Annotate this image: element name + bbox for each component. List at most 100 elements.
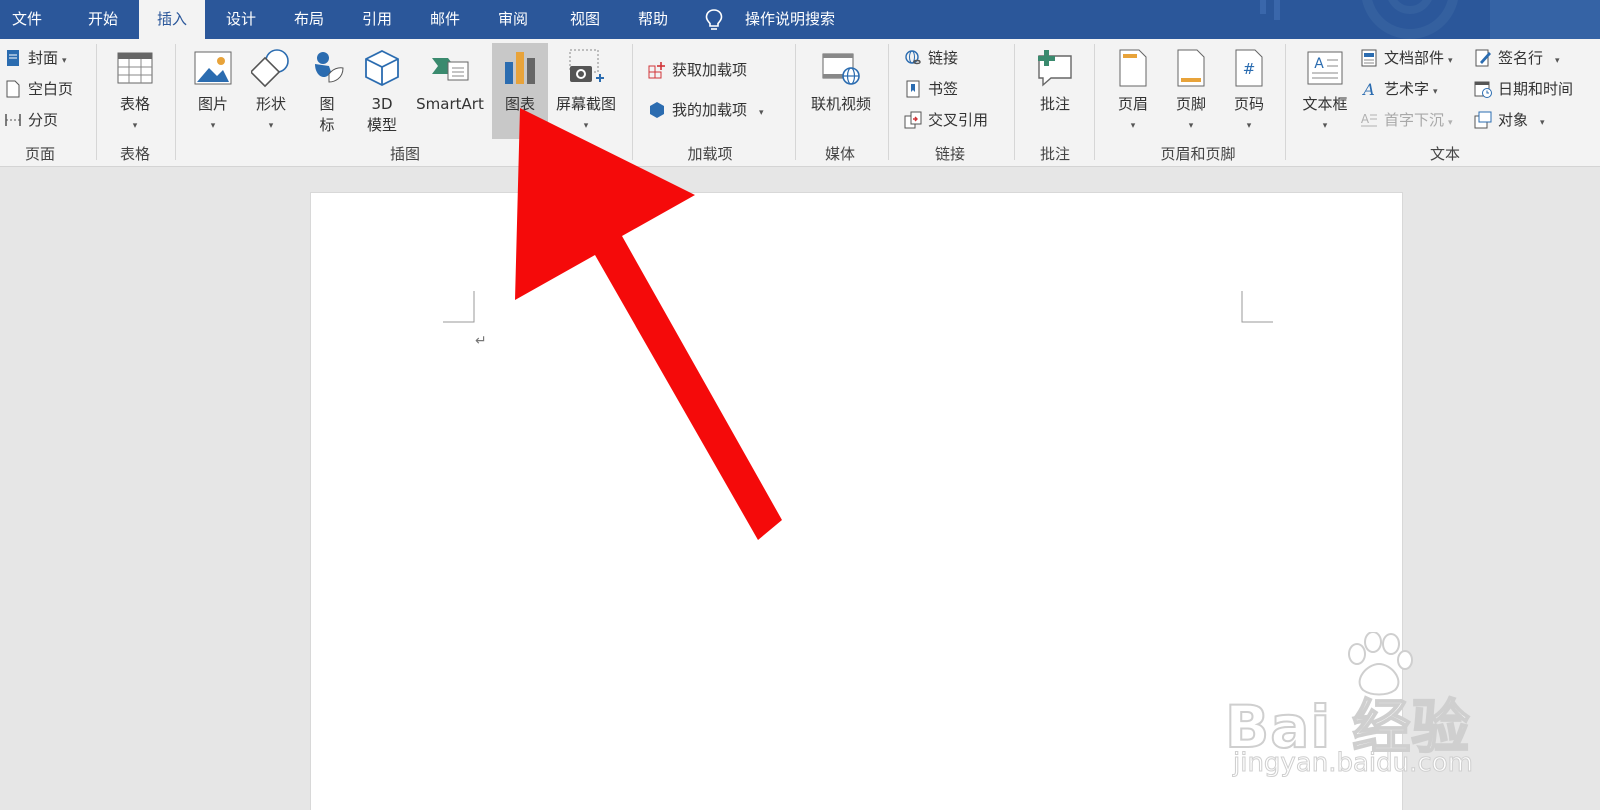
pictures-button[interactable]: 图片 ▾ (186, 43, 240, 139)
quick-parts-label: 文档部件 (1384, 49, 1445, 67)
bookmark-icon (906, 80, 920, 98)
chevron-down-icon: ▾ (210, 121, 216, 131)
paragraph-mark: ↵ (475, 333, 487, 349)
get-addins-label: 获取加载项 (672, 61, 748, 79)
smartart-label: SmartArt (416, 95, 484, 113)
drop-cap-button[interactable]: A 首字下沉 ▾ (1360, 107, 1470, 133)
cross-reference-button[interactable]: 交叉引用 (904, 107, 1014, 133)
quick-parts-button[interactable]: 文档部件 ▾ (1360, 45, 1470, 71)
svg-text:A: A (1361, 80, 1375, 98)
group-label-comments: 批注 (1039, 145, 1070, 163)
page-break-button[interactable]: 分页 (4, 107, 94, 133)
group-label-media: 媒体 (824, 145, 855, 163)
baidu-watermark: Bai 经验 jingyan.baidu.com (1224, 632, 1525, 782)
tab-layout[interactable]: 布局 (278, 0, 340, 39)
date-time-label: 日期和时间 (1498, 80, 1574, 98)
ribbon-tab-bar: 文件 开始 插入 设计 布局 引用 邮件 审阅 视图 帮助 操作说明搜索 (0, 0, 1600, 39)
wordart-button[interactable]: A 艺术字 ▾ (1360, 76, 1470, 102)
signature-line-label: 签名行 (1498, 49, 1544, 67)
blank-page-button[interactable]: 空白页 (4, 76, 94, 102)
store-icon (648, 62, 665, 79)
group-separator (632, 44, 633, 160)
video-icon (822, 53, 860, 85)
addin-cube-icon (650, 102, 664, 118)
textbox-label: 文本框 (1302, 95, 1348, 113)
get-addins-button[interactable]: 获取加载项 (648, 57, 778, 83)
wordart-icon: A (1361, 80, 1375, 98)
3d-models-label-line2: 模型 (366, 116, 397, 134)
comment-label: 批注 (1039, 95, 1070, 113)
icons-button[interactable]: 图标 (302, 43, 352, 139)
icons-icon (315, 52, 344, 83)
object-icon (1474, 111, 1492, 129)
footer-label: 页脚 (1175, 95, 1206, 113)
footer-button[interactable]: 页脚 ▾ (1164, 43, 1218, 139)
link-button[interactable]: 链接 (904, 45, 1004, 71)
group-label-addins: 加载项 (687, 145, 733, 163)
tab-design[interactable]: 设计 (210, 0, 272, 39)
textbox-button[interactable]: A 文本框 ▾ (1296, 43, 1354, 139)
cover-page-button[interactable]: 封面 ▾ (4, 45, 94, 71)
group-label-illustrations: 插图 (389, 145, 420, 163)
comment-button[interactable]: 批注 (1024, 43, 1086, 139)
3d-models-label-line1: 3D (371, 95, 393, 113)
tab-file[interactable]: 文件 (0, 0, 54, 39)
footer-icon (1177, 49, 1205, 87)
header-label: 页眉 (1117, 95, 1148, 113)
smartart-button[interactable]: SmartArt (412, 43, 488, 139)
cross-reference-label: 交叉引用 (928, 111, 989, 129)
cube-icon (365, 49, 399, 87)
group-separator (888, 44, 889, 160)
tab-mailings[interactable]: 邮件 (414, 0, 476, 39)
textbox-icon: A (1307, 51, 1343, 85)
tab-view[interactable]: 视图 (554, 0, 616, 39)
chevron-down-icon: ▾ (1322, 121, 1328, 131)
chart-button[interactable]: 图表 (492, 43, 548, 139)
signature-icon (1475, 49, 1491, 67)
my-addins-label: 我的加载项 (672, 101, 748, 119)
group-label-tables: 表格 (119, 145, 150, 163)
table-button[interactable]: 表格 ▾ (106, 43, 164, 139)
blank-page-label: 空白页 (28, 80, 74, 98)
link-label: 链接 (928, 49, 959, 67)
group-separator (1014, 44, 1015, 160)
chevron-down-icon: ▾ (1448, 118, 1453, 128)
smartart-icon (432, 58, 469, 81)
date-time-button[interactable]: 日期和时间 (1474, 76, 1598, 102)
shapes-icon (251, 49, 289, 88)
header-button[interactable]: 页眉 ▾ (1106, 43, 1160, 139)
screenshot-button[interactable]: 屏幕截图 ▾ (552, 43, 620, 139)
margin-corner-top-left (443, 291, 475, 323)
tab-review[interactable]: 审阅 (482, 0, 544, 39)
screenshot-label: 屏幕截图 (555, 95, 616, 113)
icons-label: 图标 (302, 94, 352, 136)
group-separator (795, 44, 796, 160)
icons-label-line1: 图 (319, 95, 335, 113)
tab-help[interactable]: 帮助 (622, 0, 684, 39)
object-button[interactable]: 对象 ▾ (1474, 107, 1584, 133)
chevron-down-icon: ▾ (1433, 87, 1438, 97)
tab-references[interactable]: 引用 (346, 0, 408, 39)
tab-bar-decoration (1260, 0, 1600, 39)
bar-chart-icon (505, 52, 535, 84)
signature-line-button[interactable]: 签名行 ▾ (1474, 45, 1584, 71)
link-icon (905, 50, 921, 65)
page-break-label: 分页 (28, 111, 59, 129)
new-comment-icon (1038, 50, 1072, 87)
chevron-down-icon: ▾ (1188, 121, 1194, 131)
chevron-down-icon: ▾ (1540, 118, 1545, 128)
watermark-url: jingyan.baidu.com (1233, 748, 1474, 779)
online-video-button[interactable]: 联机视频 (802, 43, 880, 139)
tab-home[interactable]: 开始 (72, 0, 134, 39)
3d-models-button[interactable]: 3D 模型 (356, 43, 408, 139)
chevron-down-icon: ▾ (132, 121, 138, 131)
chevron-down-icon: ▾ (1130, 121, 1136, 131)
tab-insert[interactable]: 插入 (139, 0, 205, 39)
my-addins-button[interactable]: 我的加载项 ▾ (648, 97, 788, 123)
quick-parts-icon (1361, 49, 1377, 67)
drop-cap-icon: A (1361, 112, 1377, 127)
bookmark-button[interactable]: 书签 (904, 76, 1004, 102)
chevron-down-icon: ▾ (583, 121, 589, 131)
page-number-button[interactable]: # 页码 ▾ (1222, 43, 1276, 139)
shapes-button[interactable]: 形状 ▾ (244, 43, 298, 139)
